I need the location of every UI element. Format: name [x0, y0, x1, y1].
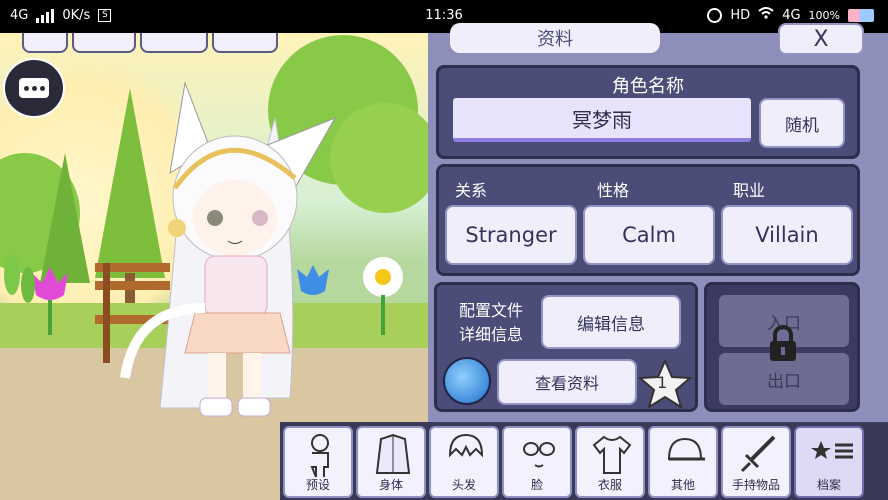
profile-panel: 资料 X 角色名称 冥梦雨 随机 关系 性格 职业 Stranger Calm … — [428, 23, 888, 422]
sword-icon — [740, 435, 776, 473]
occupation-button[interactable]: Villain — [721, 205, 853, 265]
name-card: 角色名称 冥梦雨 随机 — [436, 65, 860, 159]
random-button[interactable]: 随机 — [759, 98, 845, 148]
personality-label: 性格 — [597, 181, 630, 200]
name-title: 角色名称 — [612, 76, 684, 97]
network2-label: 4G — [782, 7, 801, 23]
relation-button[interactable]: Stranger — [445, 205, 577, 265]
wifi-icon — [758, 7, 774, 23]
character-avatar[interactable] — [115, 78, 345, 418]
star-badge-number: 1 — [657, 373, 668, 392]
traits-card: 关系 性格 职业 Stranger Calm Villain — [436, 164, 860, 276]
preset-icon — [310, 434, 329, 477]
occupation-label: 职业 — [733, 181, 766, 200]
leaf-plant — [4, 255, 35, 303]
dock-other[interactable]: 其他 — [648, 426, 718, 498]
hd-label: HD — [730, 7, 751, 23]
dock-body[interactable]: 身体 — [356, 426, 426, 498]
dock-label: 衣服 — [597, 478, 622, 492]
dock-label: 手持物品 — [731, 478, 780, 492]
relation-label: 关系 — [455, 181, 488, 200]
hud-button[interactable] — [22, 33, 68, 53]
panel-header-tab: 资料 — [450, 23, 660, 53]
water-drop-icon[interactable] — [443, 357, 491, 405]
lock-icon — [770, 325, 796, 361]
entrance-exit-card: 入口 出口 — [704, 282, 860, 412]
dock-label: 身体 — [378, 478, 403, 492]
body-icon — [375, 433, 411, 474]
dock-label: 预设 — [305, 478, 330, 492]
battery-icon — [848, 8, 874, 22]
hud-button[interactable] — [212, 33, 278, 53]
chat-button[interactable] — [3, 58, 65, 118]
edit-info-button[interactable]: 编辑信息 — [541, 295, 681, 349]
dock-preset[interactable]: 预设 — [283, 426, 353, 498]
view-info-button[interactable]: 查看资料 — [497, 359, 637, 405]
dock-clothes[interactable]: 衣服 — [575, 426, 645, 498]
alarm-icon — [707, 7, 723, 23]
hud-button[interactable] — [72, 33, 136, 53]
tree — [330, 103, 430, 213]
profile-line1: 配置文件 — [459, 301, 524, 320]
dock-hair[interactable]: 头发 — [429, 426, 499, 498]
hud-button[interactable] — [140, 33, 208, 53]
dock-handheld[interactable]: 手持物品 — [721, 426, 791, 498]
category-dock: 预设 身体 头发 脸 衣服 其他 手持物品 档案 — [280, 422, 888, 500]
profile-line2: 详细信息 — [459, 325, 524, 344]
daisy-flower — [363, 257, 403, 335]
close-button[interactable]: X — [778, 23, 864, 55]
name-input[interactable]: 冥梦雨 — [453, 98, 751, 142]
cap-icon — [667, 437, 705, 461]
battery-label: 100% — [808, 8, 840, 22]
dock-profile[interactable]: 档案 — [794, 426, 864, 498]
face-icon — [523, 442, 555, 468]
profile-details-card: 配置文件 详细信息 编辑信息 查看资料 1 — [434, 282, 698, 412]
dock-face[interactable]: 脸 — [502, 426, 572, 498]
dock-label: 脸 — [530, 478, 543, 492]
personality-button[interactable]: Calm — [583, 205, 715, 265]
profile-icon — [811, 441, 853, 459]
dock-label: 头发 — [451, 478, 476, 492]
status-bar: 4G 0K/s S 11:36 HD 4G 100% — [0, 0, 888, 33]
dock-label: 档案 — [816, 478, 841, 492]
hair-icon — [448, 433, 484, 458]
clothes-icon — [592, 435, 632, 474]
dock-label: 其他 — [670, 478, 695, 492]
chat-icon — [19, 78, 49, 98]
